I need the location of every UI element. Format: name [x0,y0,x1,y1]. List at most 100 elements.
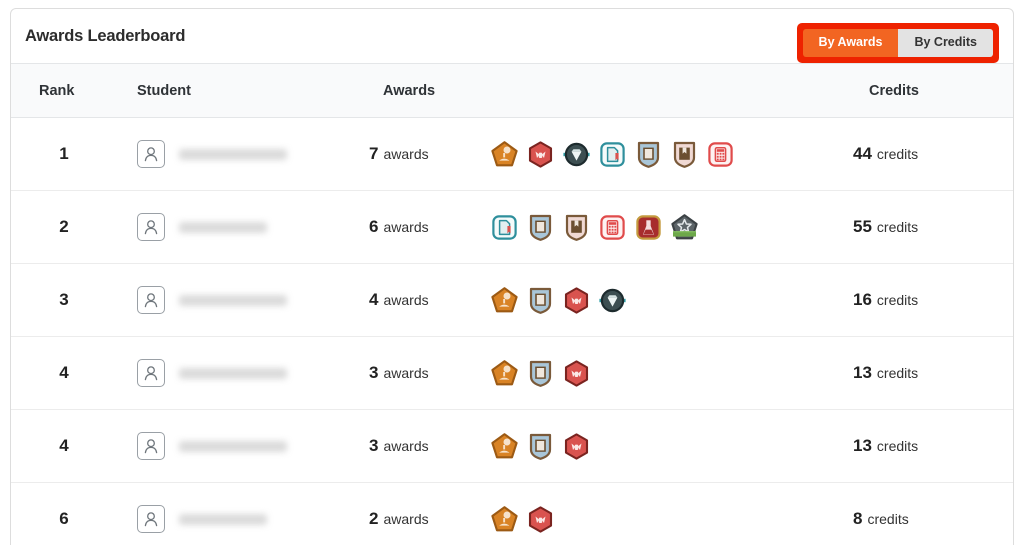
award-badge-certificate-square-teal[interactable] [599,141,626,168]
cell-student [117,482,369,545]
cell-student [117,336,369,410]
cell-credits: 13 credits [853,336,1013,410]
awards-unit-label: awards [383,146,429,162]
cell-awards-count: 3 awards [369,336,491,410]
rank-value: 3 [59,290,69,309]
table-row[interactable]: 4 3 awards 13 credits [11,336,1013,410]
leaderboard-card: Awards Leaderboard By Awards By Credits … [10,8,1014,545]
credits-value: 8 [853,509,863,528]
cell-awards-count: 2 awards [369,482,491,545]
tab-by-credits[interactable]: By Credits [898,29,993,57]
column-header-badges [491,63,853,118]
avatar [137,140,165,168]
avatar [137,359,165,387]
award-badge-book-shield-blue[interactable] [527,360,554,387]
award-badge-book-shield-blue[interactable] [527,214,554,241]
award-badge-calculator-square-red[interactable] [707,141,734,168]
award-badge-handshake-hexagon-red[interactable] [527,140,554,168]
cell-rank: 1 [11,117,117,191]
award-badge-handshake-hexagon-red[interactable] [527,505,554,533]
avatar [137,505,165,533]
award-badge-star-pentagon-gray[interactable] [671,213,698,241]
award-badge-flask-square-darkred[interactable] [635,214,662,241]
award-badge-diamond-circle-teal[interactable] [563,141,590,168]
cell-awards-count: 7 awards [369,117,491,191]
cell-award-badges [491,409,853,483]
award-badge-handshake-hexagon-red[interactable] [563,359,590,387]
award-badge-book-shield-pink[interactable] [563,214,590,241]
cell-rank: 6 [11,482,117,545]
awards-count-value: 3 [369,436,379,455]
person-icon [144,147,158,162]
credits-unit-label: credits [876,292,919,308]
cell-rank: 3 [11,263,117,337]
award-badge-trophy-pentagon-orange[interactable] [491,505,518,533]
person-icon [144,293,158,308]
award-badge-handshake-hexagon-red[interactable] [563,432,590,460]
table-row[interactable]: 6 2 awards 8 credits [11,482,1013,545]
award-badge-trophy-pentagon-orange[interactable] [491,359,518,387]
award-badge-book-shield-pink[interactable] [671,141,698,168]
page-title: Awards Leaderboard [25,26,186,45]
table-row[interactable]: 4 3 awards 13 credits [11,409,1013,483]
credits-value: 13 [853,363,872,382]
cell-student [117,190,369,264]
cell-award-badges [491,336,853,410]
person-icon [144,439,158,454]
award-badge-calculator-square-red[interactable] [599,214,626,241]
tab-by-awards[interactable]: By Awards [802,29,899,57]
student-name-redacted [179,148,287,160]
card-header: Awards Leaderboard By Awards By Credits [11,9,1013,63]
award-badge-trophy-pentagon-orange[interactable] [491,286,518,314]
table-row[interactable]: 3 4 awards 16 credits [11,263,1013,337]
cell-credits: 8 credits [853,482,1013,545]
cell-award-badges [491,263,853,337]
awards-unit-label: awards [383,365,429,381]
student-name-redacted [179,367,287,379]
award-badge-book-shield-blue[interactable] [635,141,662,168]
cell-student [117,117,369,191]
sort-toggle-focus-ring: By Awards By Credits [796,23,999,63]
table-body: 1 7 awards 44 credits 2 6 awards 55 credits 3 4 awar… [11,117,1013,545]
award-badge-book-shield-blue[interactable] [527,287,554,314]
table-row[interactable]: 2 6 awards 55 credits [11,190,1013,264]
award-badge-list [491,140,853,168]
cell-award-badges [491,482,853,545]
cell-awards-count: 4 awards [369,263,491,337]
award-badge-diamond-circle-teal[interactable] [599,287,626,314]
award-badge-list [491,286,853,314]
credits-value: 13 [853,436,872,455]
cell-rank: 4 [11,409,117,483]
award-badge-trophy-pentagon-orange[interactable] [491,432,518,460]
cell-award-badges [491,117,853,191]
award-badge-list [491,432,853,460]
awards-count-value: 2 [369,509,379,528]
award-badge-list [491,213,853,241]
student-name-redacted [179,221,267,233]
avatar [137,432,165,460]
rank-value: 1 [59,144,69,163]
sort-toggle-group[interactable]: By Awards By Credits [802,29,993,57]
rank-value: 4 [59,436,69,455]
column-header-student: Student [117,63,369,118]
award-badge-book-shield-blue[interactable] [527,433,554,460]
student-name-redacted [179,294,287,306]
awards-count-value: 3 [369,363,379,382]
award-badge-handshake-hexagon-red[interactable] [563,286,590,314]
award-badge-certificate-square-teal[interactable] [491,214,518,241]
person-icon [144,512,158,527]
person-icon [144,366,158,381]
column-header-credits: Credits [853,63,1013,118]
credits-unit-label: credits [867,511,909,527]
credits-unit-label: credits [876,219,919,235]
cell-credits: 13 credits [853,409,1013,483]
table-row[interactable]: 1 7 awards 44 credits [11,117,1013,191]
award-badge-trophy-pentagon-orange[interactable] [491,140,518,168]
cell-awards-count: 3 awards [369,409,491,483]
awards-unit-label: awards [383,219,429,235]
rank-value: 2 [59,217,69,236]
cell-rank: 4 [11,336,117,410]
awards-count-value: 4 [369,290,379,309]
cell-award-badges [491,190,853,264]
awards-unit-label: awards [383,511,429,527]
